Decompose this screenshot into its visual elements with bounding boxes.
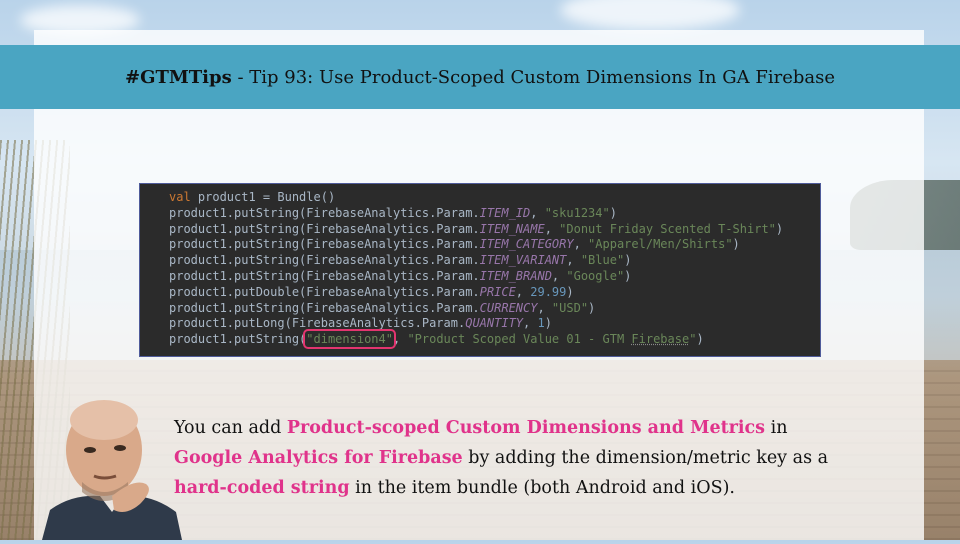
code-line: product1.putString("dimension4", "Produc… bbox=[169, 329, 820, 350]
code-text: , bbox=[566, 253, 581, 268]
highlight-ga-firebase: Google Analytics for Firebase bbox=[174, 448, 463, 468]
code-line: product1.putString(FirebaseAnalytics.Par… bbox=[169, 301, 820, 317]
code-text: ) bbox=[775, 221, 784, 236]
code-line: product1.putString(FirebaseAnalytics.Par… bbox=[169, 253, 820, 269]
code-text: product1.putString(FirebaseAnalytics.Par… bbox=[169, 237, 480, 252]
code-string: "Donut Friday Scented T-Shirt" bbox=[559, 221, 776, 236]
code-line: product1.putString(FirebaseAnalytics.Par… bbox=[169, 269, 820, 285]
code-string: "Product Scoped Value 01 - GTM bbox=[407, 332, 632, 347]
code-line: product1.putLong(FirebaseAnalytics.Param… bbox=[169, 316, 820, 332]
avatar-icon bbox=[42, 400, 182, 540]
code-string: "Google" bbox=[566, 268, 625, 283]
code-line: product1.putString(FirebaseAnalytics.Par… bbox=[169, 206, 820, 222]
code-string: "sku1234" bbox=[544, 205, 610, 220]
text-segment: You can add bbox=[174, 418, 287, 438]
banner-title: - Tip 93: Use Product-Scoped Custom Dime… bbox=[231, 66, 835, 88]
text-segment: in bbox=[765, 418, 788, 438]
code-text: product1.putString(FirebaseAnalytics.Par… bbox=[169, 221, 480, 236]
code-constant: ITEM_BRAND bbox=[479, 268, 552, 283]
text-segment: by adding the dimension/metric key as a bbox=[462, 448, 829, 468]
code-text: , bbox=[523, 316, 538, 331]
code-text: ) bbox=[588, 300, 596, 315]
code-text: product1.putString(FirebaseAnalytics.Par… bbox=[169, 205, 480, 220]
code-text: product1.putDouble(FirebaseAnalytics.Par… bbox=[169, 284, 480, 299]
thinking-man-avatar bbox=[42, 392, 182, 540]
code-text: ) bbox=[566, 284, 574, 299]
code-line: product1.putString(FirebaseAnalytics.Par… bbox=[169, 222, 820, 238]
code-constant: CURRENCY bbox=[479, 300, 538, 315]
code-text: product1 = Bundle() bbox=[190, 190, 336, 204]
code-text: product1.putString(FirebaseAnalytics.Par… bbox=[169, 268, 480, 283]
cloud-decoration bbox=[560, 0, 740, 30]
code-text: , bbox=[551, 268, 567, 283]
code-line: product1.putString(FirebaseAnalytics.Par… bbox=[169, 237, 820, 253]
code-constant: ITEM_CATEGORY bbox=[479, 237, 574, 252]
code-constant: QUANTITY bbox=[465, 316, 524, 331]
code-text: product1.putLong(FirebaseAnalytics.Param… bbox=[169, 316, 466, 331]
code-text: , bbox=[530, 205, 545, 220]
code-text: , bbox=[537, 300, 552, 315]
code-line: product1.putDouble(FirebaseAnalytics.Par… bbox=[169, 285, 820, 301]
code-text: product1.putString( bbox=[169, 332, 307, 347]
code-text: ) bbox=[544, 316, 552, 331]
code-text: ) bbox=[732, 237, 740, 252]
code-text: product1.putString(FirebaseAnalytics.Par… bbox=[169, 300, 480, 315]
description-text: You can add Product-scoped Custom Dimens… bbox=[174, 413, 914, 503]
code-number: 29.99 bbox=[530, 284, 567, 299]
code-text: ) bbox=[624, 268, 632, 283]
code-text: product1.putString(FirebaseAnalytics.Par… bbox=[169, 253, 480, 268]
highlight-product-scoped: Product-scoped Custom Dimensions and Met… bbox=[286, 418, 766, 438]
highlighted-dimension-key: "dimension4" bbox=[303, 329, 396, 350]
title-banner: #GTMTips - Tip 93: Use Product-Scoped Cu… bbox=[0, 45, 960, 109]
code-constant: ITEM_ID bbox=[479, 205, 531, 220]
code-line: val product1 = Bundle() bbox=[169, 190, 820, 206]
code-string: "Apparel/Men/Shirts" bbox=[588, 237, 733, 252]
code-keyword: val bbox=[169, 190, 191, 204]
code-snippet: val product1 = Bundle() product1.putStri… bbox=[139, 183, 821, 357]
code-text: ) bbox=[624, 253, 632, 268]
text-segment: in the item bundle (both Android and iOS… bbox=[349, 478, 735, 498]
code-constant: PRICE bbox=[479, 284, 516, 299]
code-string-underlined: Firebase bbox=[631, 332, 690, 347]
code-text: , bbox=[515, 284, 531, 299]
brand-label: #GTMTips bbox=[125, 66, 232, 88]
highlight-hard-coded-string: hard-coded string bbox=[174, 478, 350, 498]
code-number: 1 bbox=[537, 316, 545, 331]
code-constant: ITEM_NAME bbox=[479, 221, 545, 236]
code-string: "USD" bbox=[551, 300, 589, 315]
code-text: , bbox=[573, 237, 589, 252]
code-string: "Blue" bbox=[580, 253, 625, 268]
code-text: ) bbox=[609, 205, 617, 220]
code-text: ) bbox=[696, 332, 704, 347]
code-text: , bbox=[544, 221, 560, 236]
code-text: , bbox=[392, 332, 408, 347]
code-constant: ITEM_VARIANT bbox=[479, 253, 567, 268]
